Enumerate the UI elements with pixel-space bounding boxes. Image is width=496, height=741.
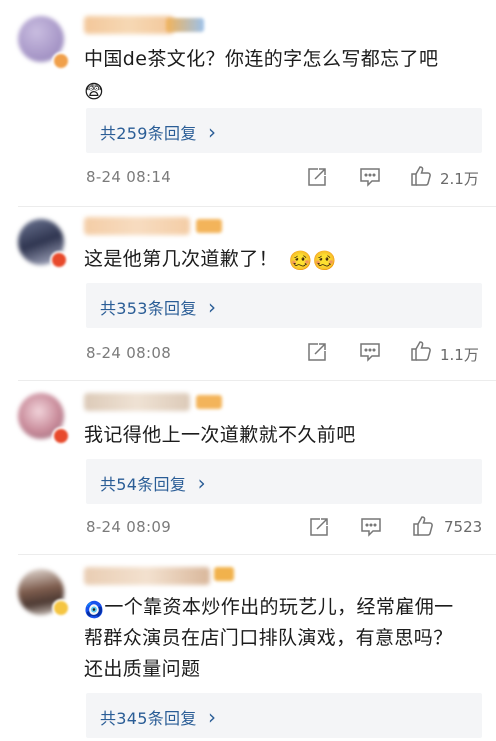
reply-count-label: 共353条回复 › xyxy=(100,295,217,319)
username[interactable] xyxy=(84,393,190,411)
user-badge xyxy=(214,567,234,581)
reply-count-link[interactable]: 共353条回复 › xyxy=(86,283,482,328)
like-count: 7523 xyxy=(444,518,483,536)
share-icon[interactable] xyxy=(306,341,328,363)
comment-timestamp: 8-24 08:14 xyxy=(86,168,172,186)
username[interactable] xyxy=(84,16,174,34)
comment-icon[interactable] xyxy=(359,341,381,363)
user-badge xyxy=(196,219,222,233)
comment-item: 这是他第几次道歉了！ 🥴🥴 共353条回复 › 8-24 08:08 1.1万 xyxy=(0,207,496,380)
reply-count-link[interactable]: 共259条回复 › xyxy=(86,108,482,153)
comment-icon[interactable] xyxy=(360,516,382,538)
comment-icon[interactable] xyxy=(359,166,381,188)
avatar-badge-icon xyxy=(52,599,70,617)
comment-text: 🧿一个靠资本炒作出的玩艺儿，经常雇佣一 帮群众演员在店门口排队演戏，有意思吗？ … xyxy=(84,596,454,680)
woozy-face-emoji-icon: 🥴🥴 xyxy=(288,250,337,272)
like-icon[interactable] xyxy=(410,165,432,187)
comment-item: 我记得他上一次道歉就不久前吧 共54条回复 › 8-24 08:09 7523 xyxy=(0,381,496,554)
comment-text: 这是他第几次道歉了！ 🥴🥴 xyxy=(84,248,337,272)
comment-list: { "comments": [ { "text": "中国de茶文化？你连的字怎… xyxy=(0,0,496,741)
share-icon[interactable] xyxy=(306,166,328,188)
comment-text: 我记得他上一次道歉就不久前吧 xyxy=(84,424,356,446)
comment-item: 🧿一个靠资本炒作出的玩艺儿，经常雇佣一 帮群众演员在店门口排队演戏，有意思吗？ … xyxy=(0,555,496,741)
comment-item: 中国de茶文化？你连的字怎么写都忘了吧 😨 共259条回复 › 8-24 08:… xyxy=(0,0,496,205)
like-icon[interactable] xyxy=(410,340,432,362)
reply-count-label: 共54条回复 › xyxy=(100,471,206,495)
user-badge xyxy=(166,18,204,32)
user-badge xyxy=(196,395,222,409)
like-icon[interactable] xyxy=(412,515,434,537)
share-icon[interactable] xyxy=(308,516,330,538)
username[interactable] xyxy=(84,567,210,585)
like-count: 1.1万 xyxy=(440,346,479,364)
comment-text: 中国de茶文化？你连的字怎么写都忘了吧 😨 xyxy=(84,48,439,103)
reply-count-label: 共259条回复 › xyxy=(100,120,217,144)
reply-count-link[interactable]: 共54条回复 › xyxy=(86,459,482,504)
comment-timestamp: 8-24 08:09 xyxy=(86,518,172,536)
username[interactable] xyxy=(84,217,190,235)
avatar-badge-icon xyxy=(52,427,70,445)
like-count: 2.1万 xyxy=(440,170,479,188)
reply-count-label: 共345条回复 › xyxy=(100,705,217,729)
fearful-face-emoji-icon: 😨 xyxy=(84,81,105,103)
comment-timestamp: 8-24 08:08 xyxy=(86,344,172,362)
chevron-right-icon: › xyxy=(208,705,217,729)
chevron-right-icon: › xyxy=(208,295,217,319)
reply-count-link[interactable]: 共345条回复 › xyxy=(86,693,482,738)
chevron-right-icon: › xyxy=(208,120,217,144)
chevron-right-icon: › xyxy=(197,471,206,495)
nazar-amulet-emoji-icon: 🧿 xyxy=(84,600,105,619)
avatar-badge-icon xyxy=(52,52,70,70)
avatar-badge-icon xyxy=(50,251,68,269)
